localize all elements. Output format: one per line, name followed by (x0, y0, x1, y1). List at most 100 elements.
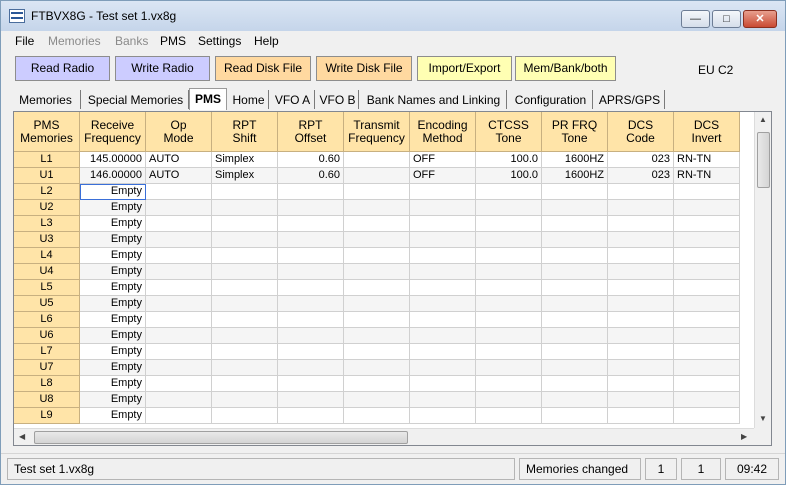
cell-pms-memory[interactable]: U8 (14, 392, 80, 408)
cell-dcs-invert[interactable] (674, 264, 740, 280)
cell-encoding-method[interactable] (410, 264, 476, 280)
cell-rpt-offset[interactable] (278, 216, 344, 232)
cell-dcs-invert[interactable] (674, 376, 740, 392)
cell-ctcss-tone[interactable] (476, 392, 542, 408)
cell-dcs-code[interactable] (608, 232, 674, 248)
cell-receive-frequency[interactable]: Empty (80, 344, 146, 360)
cell-op-mode[interactable] (146, 312, 212, 328)
cell-dcs-invert[interactable] (674, 360, 740, 376)
cell-dcs-invert[interactable]: RN-TN (674, 168, 740, 184)
cell-ctcss-tone[interactable] (476, 344, 542, 360)
cell-pms-memory[interactable]: U2 (14, 200, 80, 216)
cell-rpt-offset[interactable] (278, 264, 344, 280)
header-pms-memory[interactable]: PMS Memories (14, 112, 80, 152)
cell-pr-frq-tone[interactable] (542, 232, 608, 248)
cell-op-mode[interactable] (146, 328, 212, 344)
cell-ctcss-tone[interactable] (476, 200, 542, 216)
cell-ctcss-tone[interactable]: 100.0 (476, 168, 542, 184)
cell-encoding-method[interactable] (410, 184, 476, 200)
menu-banks[interactable]: Banks (115, 34, 148, 48)
cell-receive-frequency[interactable]: Empty (80, 184, 146, 200)
cell-ctcss-tone[interactable] (476, 296, 542, 312)
cell-rpt-offset[interactable] (278, 312, 344, 328)
cell-dcs-code[interactable] (608, 312, 674, 328)
cell-rpt-shift[interactable] (212, 344, 278, 360)
cell-rpt-shift[interactable] (212, 280, 278, 296)
scroll-left-icon[interactable]: ◀ (19, 432, 25, 441)
cell-pms-memory[interactable]: L1 (14, 152, 80, 168)
write-disk-file-button[interactable]: Write Disk File (316, 56, 412, 81)
cell-encoding-method[interactable] (410, 280, 476, 296)
scroll-up-icon[interactable]: ▲ (759, 115, 767, 124)
header-pr-frq-tone[interactable]: PR FRQ Tone (542, 112, 608, 152)
cell-dcs-invert[interactable] (674, 248, 740, 264)
cell-transmit-frequency[interactable] (344, 344, 410, 360)
cell-dcs-code[interactable] (608, 184, 674, 200)
cell-op-mode[interactable] (146, 184, 212, 200)
cell-rpt-shift[interactable] (212, 264, 278, 280)
cell-dcs-invert[interactable] (674, 280, 740, 296)
cell-transmit-frequency[interactable] (344, 168, 410, 184)
cell-pms-memory[interactable]: L8 (14, 376, 80, 392)
cell-pms-memory[interactable]: L6 (14, 312, 80, 328)
cell-transmit-frequency[interactable] (344, 232, 410, 248)
cell-pr-frq-tone[interactable] (542, 312, 608, 328)
vertical-scroll-thumb[interactable] (757, 132, 770, 188)
cell-dcs-code[interactable] (608, 408, 674, 424)
cell-ctcss-tone[interactable]: 100.0 (476, 152, 542, 168)
cell-receive-frequency[interactable]: Empty (80, 232, 146, 248)
header-dcs-code[interactable]: DCS Code (608, 112, 674, 152)
cell-ctcss-tone[interactable] (476, 408, 542, 424)
cell-receive-frequency[interactable]: Empty (80, 248, 146, 264)
cell-ctcss-tone[interactable] (476, 264, 542, 280)
cell-pms-memory[interactable]: L5 (14, 280, 80, 296)
cell-pr-frq-tone[interactable] (542, 280, 608, 296)
cell-op-mode[interactable] (146, 280, 212, 296)
cell-receive-frequency[interactable]: Empty (80, 296, 146, 312)
cell-dcs-code[interactable] (608, 360, 674, 376)
cell-pr-frq-tone[interactable] (542, 328, 608, 344)
write-radio-button[interactable]: Write Radio (115, 56, 210, 81)
cell-rpt-shift[interactable] (212, 376, 278, 392)
tab-aprs-gps[interactable]: APRS/GPS (595, 90, 665, 109)
cell-pr-frq-tone[interactable] (542, 200, 608, 216)
cell-op-mode[interactable]: AUTO (146, 152, 212, 168)
cell-rpt-offset[interactable] (278, 360, 344, 376)
cell-op-mode[interactable] (146, 376, 212, 392)
cell-rpt-offset[interactable] (278, 328, 344, 344)
cell-dcs-invert[interactable] (674, 344, 740, 360)
tab-memories[interactable]: Memories (11, 90, 81, 109)
cell-rpt-offset[interactable]: 0.60 (278, 152, 344, 168)
cell-pms-memory[interactable]: L9 (14, 408, 80, 424)
cell-receive-frequency[interactable]: Empty (80, 312, 146, 328)
tab-configuration[interactable]: Configuration (509, 90, 593, 109)
close-button[interactable]: ✕ (743, 10, 777, 28)
cell-dcs-code[interactable] (608, 392, 674, 408)
menu-help[interactable]: Help (254, 34, 279, 48)
cell-pr-frq-tone[interactable] (542, 360, 608, 376)
header-op-mode[interactable]: Op Mode (146, 112, 212, 152)
read-disk-file-button[interactable]: Read Disk File (215, 56, 311, 81)
cell-rpt-offset[interactable] (278, 184, 344, 200)
cell-receive-frequency[interactable]: Empty (80, 328, 146, 344)
minimize-button[interactable]: — (681, 10, 710, 28)
cell-rpt-offset[interactable] (278, 344, 344, 360)
cell-pms-memory[interactable]: U3 (14, 232, 80, 248)
import-export-button[interactable]: Import/Export (417, 56, 512, 81)
read-radio-button[interactable]: Read Radio (15, 56, 110, 81)
cell-receive-frequency[interactable]: 146.00000 (80, 168, 146, 184)
cell-pr-frq-tone[interactable] (542, 392, 608, 408)
cell-receive-frequency[interactable]: Empty (80, 392, 146, 408)
cell-transmit-frequency[interactable] (344, 408, 410, 424)
cell-rpt-shift[interactable] (212, 248, 278, 264)
cell-rpt-shift[interactable] (212, 360, 278, 376)
maximize-button[interactable]: □ (712, 10, 741, 28)
cell-transmit-frequency[interactable] (344, 296, 410, 312)
cell-pr-frq-tone[interactable] (542, 248, 608, 264)
cell-rpt-shift[interactable] (212, 408, 278, 424)
cell-rpt-shift[interactable] (212, 216, 278, 232)
cell-dcs-code[interactable] (608, 328, 674, 344)
cell-rpt-offset[interactable] (278, 232, 344, 248)
cell-op-mode[interactable] (146, 392, 212, 408)
cell-encoding-method[interactable] (410, 344, 476, 360)
